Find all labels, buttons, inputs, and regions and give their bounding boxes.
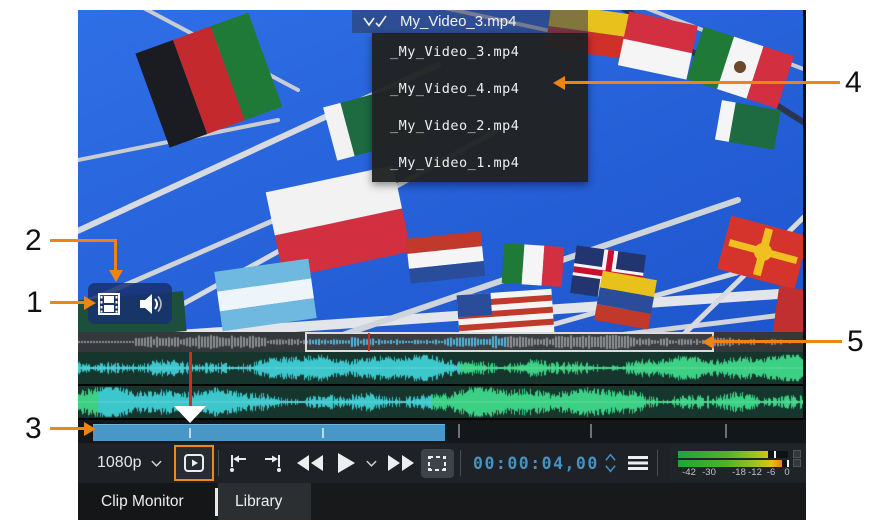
video-file-dropdown: _My_Video_3.mp4 _My_Video_4.mp4 _My_Vide… xyxy=(372,33,588,182)
play-icon xyxy=(336,452,356,474)
play-options-chevron-icon[interactable] xyxy=(365,458,378,468)
timecode-spinner-icon[interactable] xyxy=(604,451,617,475)
callout-3-arrowhead xyxy=(84,422,96,436)
db-label: -42 xyxy=(682,467,696,478)
db-label: -12 xyxy=(748,467,762,478)
mark-out-button[interactable] xyxy=(262,452,284,474)
monitor-menu-button[interactable] xyxy=(628,456,648,470)
scrubber-row xyxy=(78,420,806,443)
play-button[interactable] xyxy=(334,452,358,474)
scrubber-bar[interactable] xyxy=(93,424,445,441)
video-file-selector[interactable]: My_Video_3.mp4 xyxy=(352,10,588,33)
video-preview: My_Video_3.mp4 _My_Video_3.mp4 _My_Video… xyxy=(78,10,803,332)
mark-in-button[interactable] xyxy=(226,452,248,474)
audio-waveform-1 xyxy=(78,352,803,384)
db-label: -18 xyxy=(732,467,746,478)
tab-library[interactable]: Library xyxy=(218,483,311,520)
dropdown-item[interactable]: _My_Video_1.mp4 xyxy=(372,144,588,181)
callout-4: 4 xyxy=(845,66,862,100)
meter-peak-right xyxy=(787,460,789,467)
preview-play-icon xyxy=(183,453,205,473)
resolution-chevron-down-icon[interactable] xyxy=(150,458,163,468)
av-toggle-panel xyxy=(88,283,172,324)
monitor-tabbar: Clip Monitor Library xyxy=(78,483,806,520)
audio-track-1[interactable] xyxy=(78,352,803,386)
scrubber-tick xyxy=(725,424,727,438)
meter-track-left xyxy=(678,451,788,458)
scrubber-tick xyxy=(458,424,460,438)
meter-fill-right xyxy=(678,460,782,467)
navigator-selection-box[interactable] xyxy=(305,332,714,352)
chevron-down-check-icon xyxy=(362,14,390,30)
callout-5: 5 xyxy=(847,325,864,359)
meter-track-right xyxy=(678,460,788,467)
callout-4-arrowhead xyxy=(553,76,565,90)
filmstrip-icon xyxy=(97,293,121,315)
rewind-button[interactable] xyxy=(296,454,324,472)
scrubber-tick xyxy=(322,428,324,438)
callout-4-line xyxy=(565,81,840,84)
selected-video-label: My_Video_3.mp4 xyxy=(400,13,516,30)
callout-5-arrowhead xyxy=(702,335,714,349)
timeline-navigator[interactable] xyxy=(78,332,803,353)
marquee-icon xyxy=(427,455,447,472)
audio-toggle-button[interactable] xyxy=(136,289,166,319)
divider xyxy=(460,450,461,476)
scrubber-tick xyxy=(189,428,191,438)
page: My_Video_3.mp4 _My_Video_3.mp4 _My_Video… xyxy=(0,0,873,527)
callout-5-line xyxy=(714,340,842,343)
callout-2-line-vertical xyxy=(114,239,117,270)
menu-icon xyxy=(628,456,648,470)
mark-out-icon xyxy=(262,452,284,474)
timecode-display[interactable]: 00:00:04,00 xyxy=(473,454,599,473)
callout-1-line xyxy=(50,301,84,304)
clip-monitor-window: My_Video_3.mp4 _My_Video_3.mp4 _My_Video… xyxy=(78,10,806,520)
audio-level-meter: -42 -30 -18 -12 -6 0 xyxy=(671,445,806,481)
callout-1-arrowhead xyxy=(84,296,96,310)
db-label: -30 xyxy=(702,467,716,478)
callout-2-line xyxy=(50,239,117,242)
marquee-zoom-button[interactable] xyxy=(421,449,454,478)
divider xyxy=(218,450,219,476)
speaker-icon xyxy=(138,293,164,315)
playhead-line[interactable] xyxy=(189,352,192,408)
tab-clip-monitor-label: Clip Monitor xyxy=(101,493,184,511)
callout-2-arrowhead xyxy=(109,270,123,282)
fast-forward-button[interactable] xyxy=(387,454,415,472)
dropdown-item[interactable]: _My_Video_2.mp4 xyxy=(372,107,588,144)
callout-3: 3 xyxy=(25,412,42,446)
navigator-playhead xyxy=(368,333,370,351)
db-label: 0 xyxy=(784,467,789,478)
transport-bar: 1080p xyxy=(78,443,806,483)
divider xyxy=(657,450,658,476)
callout-3-line xyxy=(50,427,84,430)
preview-play-button[interactable] xyxy=(174,445,213,481)
dropdown-item[interactable]: _My_Video_3.mp4 xyxy=(372,33,588,70)
fast-forward-icon xyxy=(387,454,415,472)
clip-indicator xyxy=(793,459,801,467)
tab-clip-monitor[interactable]: Clip Monitor xyxy=(78,483,215,520)
mark-in-icon xyxy=(227,452,249,474)
callout-1: 1 xyxy=(26,286,43,320)
scrubber-tick xyxy=(590,424,592,438)
clip-indicator xyxy=(793,450,801,458)
callout-2: 2 xyxy=(25,224,42,258)
resolution-selector[interactable]: 1080p xyxy=(97,454,142,472)
video-toggle-button[interactable] xyxy=(94,289,124,319)
db-label: -6 xyxy=(767,467,775,478)
tab-library-label: Library xyxy=(235,493,282,511)
meter-fill-left xyxy=(678,451,768,458)
meter-peak-left xyxy=(774,451,776,458)
playhead-handle[interactable] xyxy=(174,406,206,423)
rewind-icon xyxy=(296,454,324,472)
